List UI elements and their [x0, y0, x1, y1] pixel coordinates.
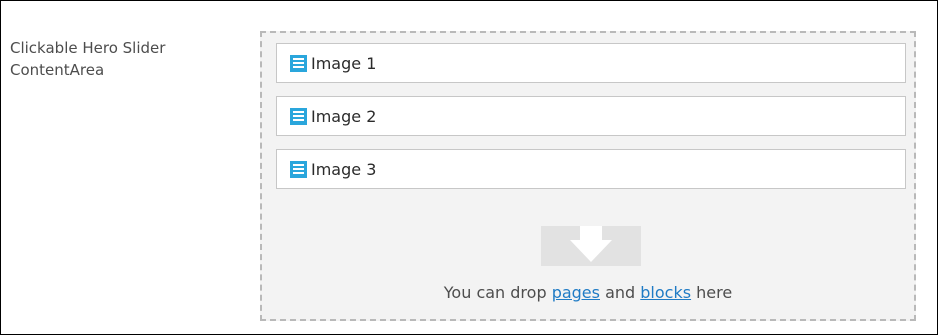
- drop-hint-text: here: [691, 283, 733, 302]
- content-item-image-3[interactable]: Image 3: [276, 149, 906, 189]
- content-item-image-2[interactable]: Image 2: [276, 96, 906, 136]
- item-label: Image 3: [311, 159, 377, 179]
- drop-hint-text: and: [599, 283, 641, 302]
- field-label: Clickable Hero Slider ContentArea: [10, 39, 166, 79]
- block-icon: [290, 54, 307, 72]
- item-label: Image 2: [311, 106, 377, 126]
- content-area-dropzone[interactable]: Image 1 Image 2 Image 3 You can drop pag…: [260, 31, 916, 321]
- drop-arrow-icon: [541, 226, 641, 270]
- drop-hint: You can drop pages and blocks here: [262, 283, 914, 302]
- property-frame: Clickable Hero Slider ContentArea Image …: [0, 0, 938, 335]
- item-label: Image 1: [311, 53, 377, 73]
- drop-hint-text: You can drop: [443, 283, 552, 302]
- block-icon: [290, 160, 307, 178]
- pages-link[interactable]: pages: [552, 283, 600, 302]
- block-icon: [290, 107, 307, 125]
- blocks-link[interactable]: blocks: [640, 283, 691, 302]
- content-item-image-1[interactable]: Image 1: [276, 43, 906, 83]
